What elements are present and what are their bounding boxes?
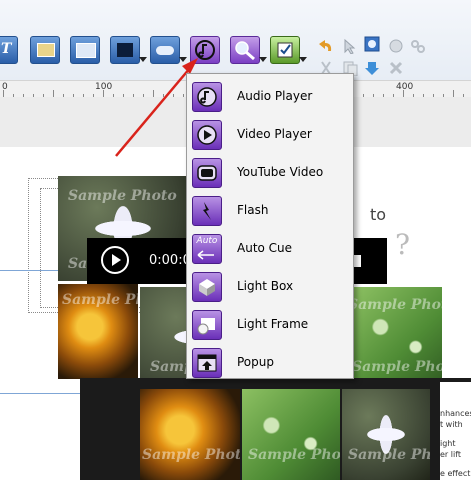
menu-item-label: Light Box [237,279,294,293]
menu-item-auto-cue[interactable]: Auto Auto Cue [187,230,353,268]
menu-item-label: YouTube Video [237,165,324,179]
menu-item-label: Popup [237,355,274,369]
youtube-video-icon [192,158,222,188]
menu-item-label: Auto Cue [237,241,293,255]
menu-item-light-frame[interactable]: Light Frame [187,306,353,344]
menu-item-popup[interactable]: Popup [187,344,353,382]
menu-item-light-box[interactable]: Light Box [187,268,353,306]
menu-item-label: Audio Player [237,89,313,103]
video-player-icon [192,120,222,150]
light-frame-icon [192,310,222,340]
menu-item-audio-player[interactable]: Audio Player [187,78,353,116]
menu-item-label: Flash [237,203,269,217]
menu-item-video-player[interactable]: Video Player [187,116,353,154]
light-box-icon [192,272,222,302]
popup-icon [192,348,222,378]
media-dropdown-menu: Audio Player Video Player YouTube Video … [186,73,354,379]
audio-player-icon [192,82,222,112]
menu-item-flash[interactable]: Flash [187,192,353,230]
auto-cue-icon: Auto [192,234,222,264]
menu-item-label: Light Frame [237,317,309,331]
menu-item-label: Video Player [237,127,312,141]
auto-cue-icon-text: Auto [196,236,218,246]
menu-item-youtube-video[interactable]: YouTube Video [187,154,353,192]
flash-icon [192,196,222,226]
